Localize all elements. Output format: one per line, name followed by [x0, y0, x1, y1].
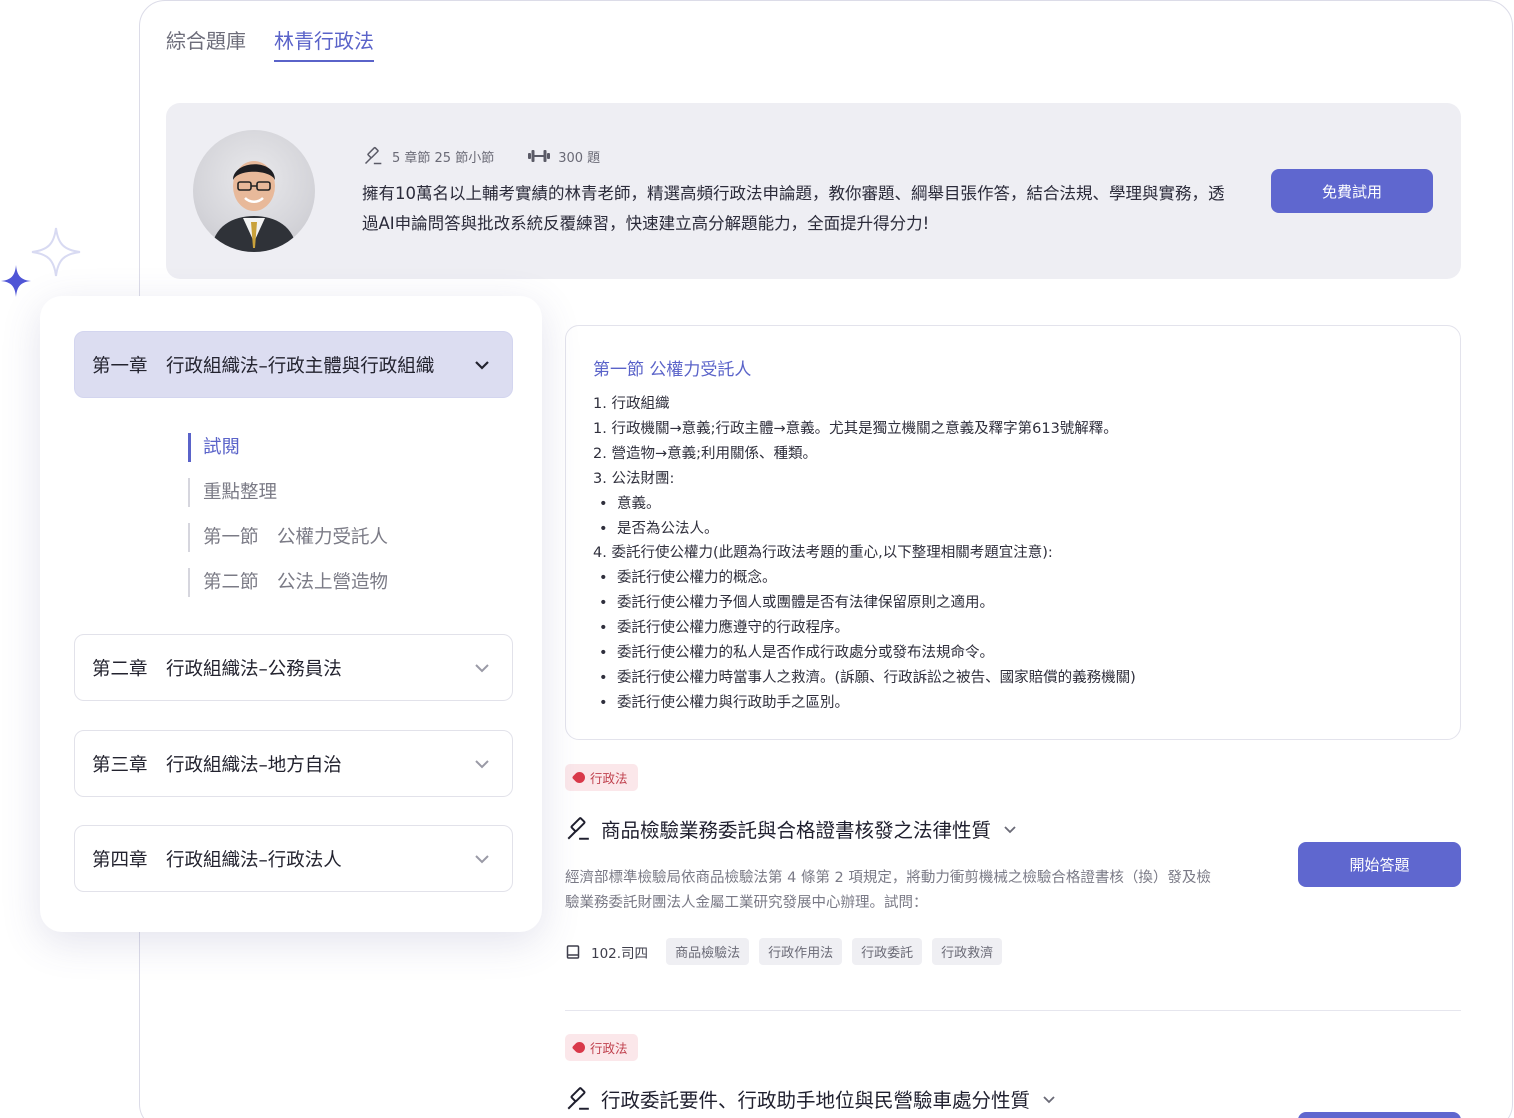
tag-icon: [571, 769, 588, 786]
question-title-text: 行政委託要件、行政助手地位與民營驗車處分性質: [601, 1089, 1031, 1112]
subitem-key-points[interactable]: 重點整理: [188, 478, 277, 507]
chapter-item-1[interactable]: 第一章 行政組織法–行政主體與行政組織: [74, 331, 513, 398]
tab-bar: 綜合題庫 林青行政法: [166, 25, 374, 62]
outline-line: 2. 營造物→意義;利用關係、種類。: [593, 445, 817, 462]
chapter-item-4[interactable]: 第四章 行政組織法–行政法人: [74, 825, 513, 892]
chapter-item-2[interactable]: 第二章 行政組織法–公務員法: [74, 634, 513, 701]
chapters-count: 5 章節 25 節小節: [392, 150, 495, 166]
dumbbell-icon: [528, 145, 551, 167]
subject-tag: 行政法: [565, 764, 638, 791]
outline-line: 4. 委託行使公權力(此題為行政法考題的重心,以下整理相關考題宜注意):: [593, 545, 1053, 562]
gavel-icon: [567, 1086, 589, 1110]
subject-tag-label: 行政法: [590, 771, 628, 786]
question-title[interactable]: 行政委託要件、行政助手地位與民營驗車處分性質: [565, 1084, 1058, 1113]
question-meta: 102.司四 商品檢驗法 行政作用法 行政委託 行政救濟: [565, 938, 1003, 965]
outline-bullet: 委託行使公權力與行政助手之區別。: [593, 691, 1136, 716]
chapter-label: 第四章 行政組織法–行政法人: [92, 849, 342, 871]
outline-bullet: 委託行使公權力的私人是否作成行政處分或發布法規命令。: [593, 641, 1136, 666]
start-answer-button-partial[interactable]: [1298, 1112, 1461, 1118]
tab-lin-administrative-law[interactable]: 林青行政法: [274, 25, 374, 62]
chapter-label: 第二章 行政組織法–公務員法: [92, 658, 342, 680]
chapter-label: 第一章 行政組織法–行政主體與行政組織: [92, 355, 435, 377]
keyword-chip[interactable]: 商品檢驗法: [666, 938, 750, 965]
chapter-item-3[interactable]: 第三章 行政組織法–地方自治: [74, 730, 513, 797]
question-item: 行政法 商品檢驗業務委託與合格證書核發之法律性質 經濟部標準檢驗局依商品檢驗法第…: [565, 764, 1461, 994]
chevron-down-icon[interactable]: [1040, 1090, 1058, 1108]
section-title: 第一節 公權力受託人: [593, 360, 752, 380]
keyword-chip[interactable]: 行政委託: [852, 938, 923, 965]
question-item: 行政法 行政委託要件、行政助手地位與民營驗車處分性質: [565, 1034, 1461, 1118]
question-title[interactable]: 商品檢驗業務委託與合格證書核發之法律性質: [565, 814, 1019, 843]
course-meta: 5 章節 25 節小節 300 題: [362, 145, 600, 167]
question-title-text: 商品檢驗業務委託與合格證書核發之法律性質: [601, 819, 992, 842]
course-description: 擁有10萬名以上輔考實績的林青老師，精選高頻行政法申論題，教你審題、綱舉目張作答…: [362, 184, 1225, 233]
gavel-icon: [567, 816, 589, 840]
sparkle-filled-icon: [1, 265, 31, 297]
question-description: 經濟部標準檢驗局依商品檢驗法第 4 條第 2 項規定，將動力衝剪機械之檢驗合格證…: [565, 870, 1211, 911]
subitem-section-2[interactable]: 第二節 公法上營造物: [188, 568, 388, 597]
preview-content-card: 第一節 公權力受託人 1. 行政組織 1. 行政機關→意義;行政主體→意義。尤其…: [565, 325, 1461, 740]
outline-bullet: 委託行使公權力應遵守的行政程序。: [593, 616, 1136, 641]
questions-count: 300 題: [558, 150, 601, 166]
outline-bullet: 委託行使公權力時當事人之救濟。(訴願、行政訴訟之被告、國家賠償的義務機關): [593, 666, 1136, 691]
sparkle-outline-icon: [31, 227, 81, 277]
chevron-down-icon: [475, 360, 489, 370]
keyword-chip[interactable]: 行政作用法: [759, 938, 843, 965]
chevron-down-icon: [475, 854, 489, 863]
chevron-down-icon: [475, 759, 489, 768]
outline-line: 1. 行政組織: [593, 396, 670, 412]
chapter-label: 第三章 行政組織法–地方自治: [92, 754, 342, 776]
start-answer-button[interactable]: 開始答題: [1298, 842, 1461, 887]
free-trial-button[interactable]: 免費試用: [1271, 169, 1433, 213]
outline-bullet: 委託行使公權力的概念。: [593, 566, 1136, 591]
outline-bullet: 是否為公法人。: [593, 517, 1136, 542]
outline-line: 1. 行政機關→意義;行政主體→意義。尤其是獨立機關之意義及釋字第613號解釋。: [593, 420, 1118, 437]
subitem-section-1[interactable]: 第一節 公權力受託人: [188, 523, 388, 552]
subitem-preview[interactable]: 試閱: [188, 433, 240, 462]
subject-tag-label: 行政法: [590, 1041, 628, 1056]
teacher-portrait-icon: [211, 161, 297, 252]
outline-bullet: 意義。: [593, 492, 1136, 517]
book-icon: [566, 944, 580, 959]
tab-question-bank[interactable]: 綜合題庫: [166, 25, 246, 62]
chapter-sidebar: 第一章 行政組織法–行政主體與行政組織 試閱 重點整理 第一節 公權力受託人 第…: [40, 296, 542, 932]
chevron-down-icon: [475, 663, 489, 672]
tag-icon: [571, 1039, 588, 1056]
teacher-avatar: [193, 130, 315, 252]
outline-line: 3. 公法財團:: [593, 470, 675, 487]
gavel-icon: [362, 145, 384, 167]
section-outline: 1. 行政組織 1. 行政機關→意義;行政主體→意義。尤其是獨立機關之意義及釋字…: [593, 392, 1136, 716]
course-banner: 5 章節 25 節小節 300 題 擁有10萬名以上輔考實績的林青老師，精選高頻…: [166, 103, 1461, 279]
keyword-chip[interactable]: 行政救濟: [932, 938, 1003, 965]
outline-bullet: 委託行使公權力予個人或團體是否有法律保留原則之適用。: [593, 591, 1136, 616]
chevron-down-icon[interactable]: [1001, 820, 1019, 838]
subject-tag: 行政法: [565, 1034, 638, 1061]
question-source: 102.司四: [591, 945, 649, 962]
divider: [565, 1010, 1461, 1011]
